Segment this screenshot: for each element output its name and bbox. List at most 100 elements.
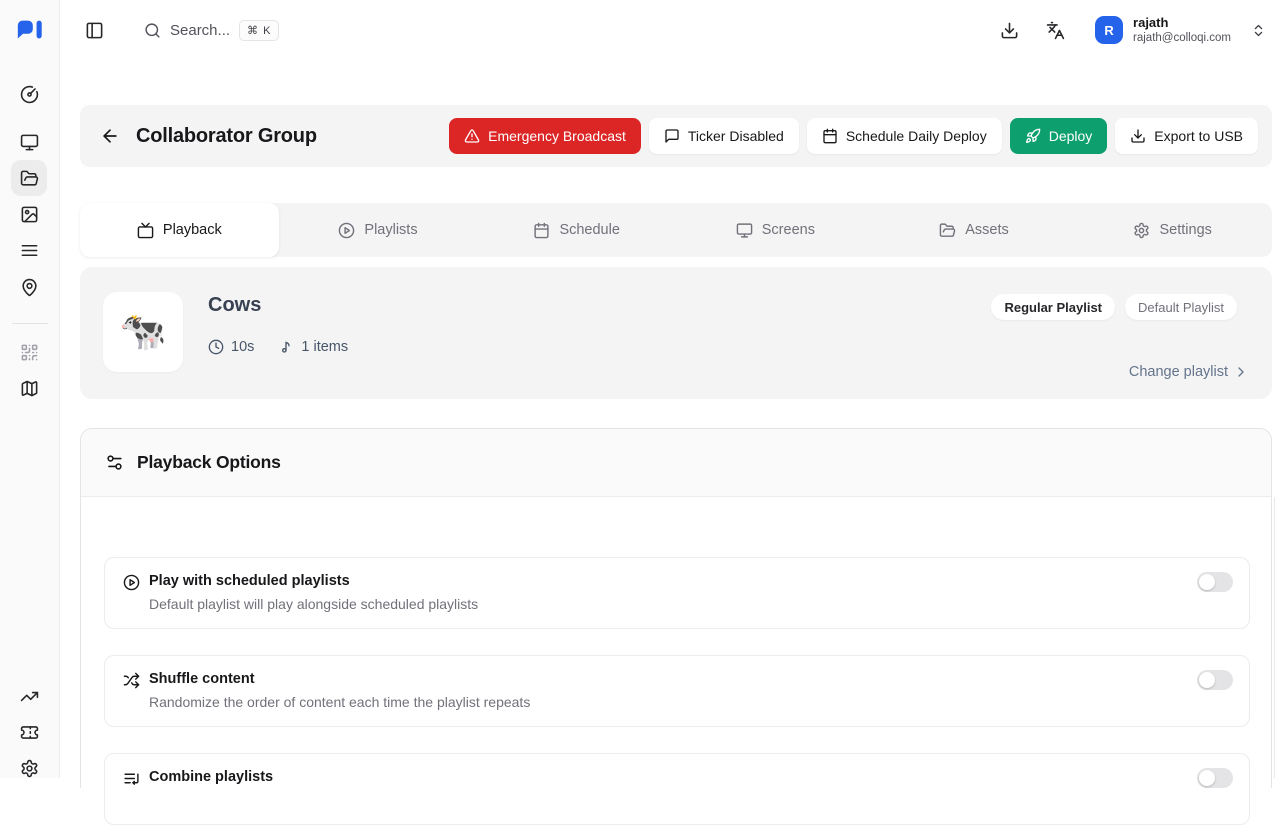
- list-end-icon: [123, 770, 140, 787]
- sidebar-toggle-button[interactable]: [80, 16, 108, 44]
- language-button[interactable]: [1041, 16, 1069, 44]
- combine-playlists-toggle[interactable]: [1197, 768, 1233, 788]
- regular-playlist-badge: Regular Playlist: [991, 294, 1115, 320]
- sidebar-divider: [12, 323, 48, 324]
- monitor-icon: [20, 133, 39, 152]
- sidebar: [0, 60, 60, 778]
- tab-playback[interactable]: Playback: [80, 203, 279, 257]
- rocket-icon: [1025, 128, 1041, 144]
- playlist-item-count-value: 1 items: [301, 339, 348, 355]
- playback-options-card: Playback Options Play with scheduled pla…: [80, 428, 1272, 788]
- clock-icon: [208, 339, 224, 355]
- circle-play-icon: [123, 574, 140, 591]
- user-info: rajath rajath@colloqi.com: [1133, 15, 1231, 46]
- page-title: Collaborator Group: [136, 125, 317, 148]
- schedule-daily-deploy-label: Schedule Daily Deploy: [846, 128, 987, 144]
- alert-triangle-icon: [464, 128, 480, 144]
- sidebar-item-settings[interactable]: [11, 750, 47, 786]
- music-note-icon: [278, 339, 294, 355]
- settings-icon: [20, 759, 39, 778]
- current-playlist-card: 🐄 Cows 10s 1 items Regular Playlist Defa…: [80, 267, 1272, 399]
- emergency-broadcast-label: Emergency Broadcast: [488, 128, 626, 144]
- playlist-title: Cows: [208, 294, 261, 317]
- sidebar-item-analytics[interactable]: [11, 678, 47, 714]
- ticker-disabled-label: Ticker Disabled: [688, 128, 784, 144]
- user-name: rajath: [1133, 15, 1231, 31]
- image-icon: [20, 205, 39, 224]
- default-playlist-badge: Default Playlist: [1125, 294, 1237, 320]
- sidebar-item-media[interactable]: [11, 196, 47, 232]
- emergency-broadcast-button[interactable]: Emergency Broadcast: [449, 118, 641, 154]
- playback-options-header: Playback Options: [81, 429, 1271, 497]
- download-button[interactable]: [995, 16, 1023, 44]
- sidebar-item-map[interactable]: [11, 370, 47, 406]
- tab-assets[interactable]: Assets: [875, 203, 1074, 257]
- ticket-icon: [20, 723, 39, 742]
- calendar-icon: [822, 128, 838, 144]
- chevron-right-icon: [1233, 364, 1249, 380]
- calendar-icon: [533, 222, 550, 239]
- shuffle-content-toggle[interactable]: [1197, 670, 1233, 690]
- search-shortcut-badge: ⌘ K: [239, 20, 279, 41]
- option-title: Shuffle content: [149, 671, 255, 687]
- option-description: Default playlist will play alongside sch…: [149, 596, 478, 612]
- user-menu[interactable]: R rajath rajath@colloqi.com: [1095, 15, 1266, 46]
- option-row-shuffle-content: Shuffle content Randomize the order of c…: [104, 655, 1250, 727]
- deploy-button[interactable]: Deploy: [1010, 118, 1108, 154]
- sidebar-item-dashboard[interactable]: [11, 76, 47, 112]
- playlist-duration-value: 10s: [231, 339, 254, 355]
- pi-logo-icon: [15, 18, 45, 42]
- toggle-knob: [1199, 672, 1215, 688]
- tab-screens[interactable]: Screens: [676, 203, 875, 257]
- change-playlist-link[interactable]: Change playlist: [1129, 364, 1249, 380]
- app-logo[interactable]: [0, 0, 60, 60]
- option-title: Play with scheduled playlists: [149, 573, 350, 589]
- schedule-daily-deploy-button[interactable]: Schedule Daily Deploy: [807, 118, 1002, 154]
- playlist-badges: Regular Playlist Default Playlist: [991, 294, 1237, 320]
- option-row-play-with-scheduled: Play with scheduled playlists Default pl…: [104, 557, 1250, 629]
- arrow-left-icon: [100, 126, 120, 146]
- sidebar-item-tickets[interactable]: [11, 714, 47, 750]
- trending-up-icon: [20, 687, 39, 706]
- tab-settings-label: Settings: [1159, 222, 1211, 238]
- menu-icon: [20, 241, 39, 260]
- settings-sliders-icon: [105, 453, 124, 472]
- gauge-icon: [20, 85, 39, 104]
- tv-icon: [137, 222, 154, 239]
- tab-screens-label: Screens: [762, 222, 815, 238]
- search-icon: [144, 22, 161, 39]
- translate-icon: [1046, 21, 1065, 40]
- tab-settings[interactable]: Settings: [1073, 203, 1272, 257]
- play-with-scheduled-toggle[interactable]: [1197, 572, 1233, 592]
- scrollbar[interactable]: [1274, 497, 1286, 778]
- ticker-disabled-button[interactable]: Ticker Disabled: [649, 118, 799, 154]
- sidebar-item-screens[interactable]: [11, 124, 47, 160]
- tab-playlists-label: Playlists: [364, 222, 417, 238]
- shuffle-icon: [123, 672, 140, 689]
- sidebar-item-qr-pairing[interactable]: [11, 334, 47, 370]
- toggle-knob: [1199, 770, 1215, 786]
- gear-icon: [1133, 222, 1150, 239]
- map-pin-icon: [20, 278, 39, 297]
- panel-left-icon: [85, 21, 104, 40]
- export-to-usb-button[interactable]: Export to USB: [1115, 118, 1258, 154]
- avatar: R: [1095, 16, 1123, 44]
- option-title: Combine playlists: [149, 769, 273, 785]
- sidebar-item-locations[interactable]: [11, 269, 47, 305]
- tab-schedule[interactable]: Schedule: [477, 203, 676, 257]
- tab-playlists[interactable]: Playlists: [279, 203, 478, 257]
- monitor-icon: [736, 222, 753, 239]
- back-button[interactable]: [98, 124, 122, 148]
- change-playlist-label: Change playlist: [1129, 364, 1228, 380]
- playlist-meta: 10s 1 items: [208, 339, 348, 355]
- playlist-item-count: 1 items: [278, 339, 348, 355]
- deploy-label: Deploy: [1049, 128, 1093, 144]
- playback-options-title: Playback Options: [137, 452, 281, 473]
- sidebar-item-groups[interactable]: [11, 160, 47, 196]
- sidebar-item-playlists[interactable]: [11, 232, 47, 268]
- search-input[interactable]: Search... ⌘ K: [144, 20, 279, 41]
- playlist-duration: 10s: [208, 339, 254, 355]
- topbar: Search... ⌘ K R rajath rajath@colloqi.co…: [0, 0, 1286, 60]
- tab-assets-label: Assets: [965, 222, 1009, 238]
- page-header: Collaborator Group Emergency Broadcast T…: [80, 105, 1272, 167]
